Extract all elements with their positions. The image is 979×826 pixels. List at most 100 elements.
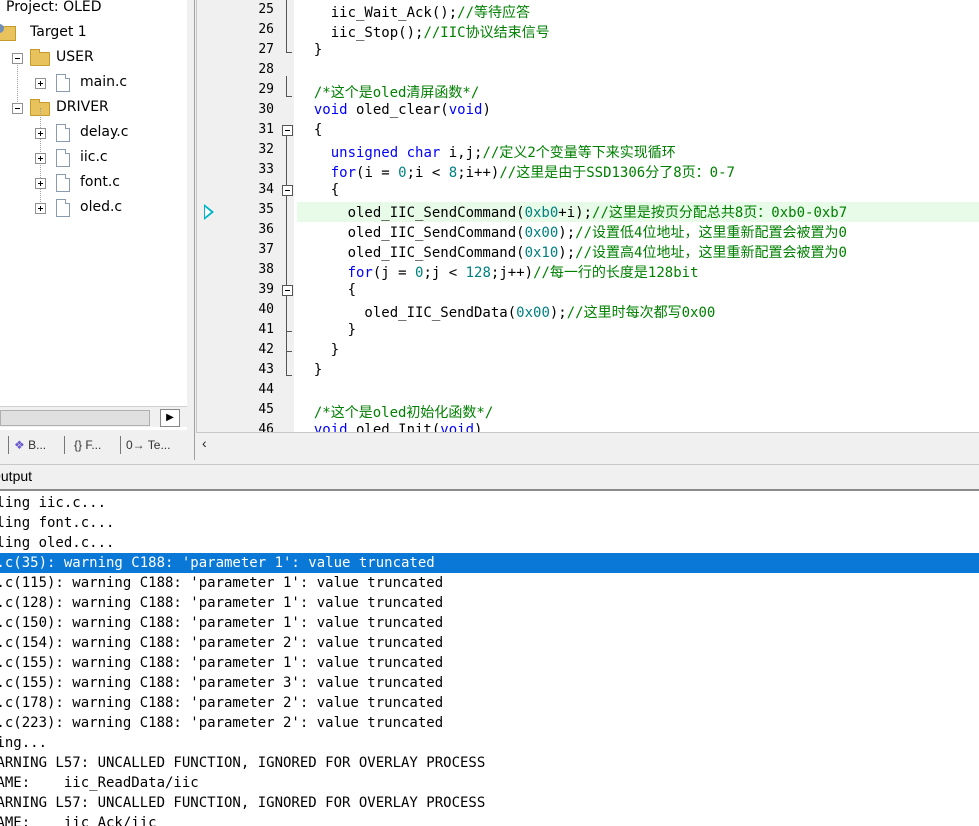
tree-target[interactable]: Target 1 — [0, 20, 180, 45]
scroll-left-icon[interactable]: ‹ — [202, 435, 207, 451]
code-line[interactable]: } — [297, 342, 339, 358]
target-icon — [0, 24, 16, 41]
output-line[interactable]: i.c(155): warning C188: 'parameter 3': v… — [0, 673, 979, 693]
tree-file-oled[interactable]: oled.c — [0, 195, 180, 220]
project-title: Project: OLED — [6, 0, 102, 15]
books-icon: ❖ — [14, 438, 25, 452]
tree-file-delay[interactable]: delay.c — [0, 120, 180, 145]
output-line[interactable]: WARNING L57: UNCALLED FUNCTION, IGNORED … — [0, 793, 979, 813]
output-line[interactable]: i.c(35): warning C188: 'parameter 1': va… — [0, 553, 979, 573]
code-line[interactable]: /*这个是oled初始化函数*/ — [297, 402, 493, 422]
code-line[interactable]: iic_Stop();//IIC协议结束信号 — [297, 22, 550, 42]
scroll-right-icon[interactable]: ▶ — [160, 409, 180, 427]
line-number: 41 — [258, 322, 274, 337]
panel-splitter[interactable] — [187, 0, 196, 460]
tab-label: B... — [28, 438, 47, 452]
code-line[interactable]: { — [297, 282, 356, 298]
line-number: 33 — [258, 162, 274, 177]
fold-line — [286, 76, 287, 96]
output-line[interactable]: WARNING L57: UNCALLED FUNCTION, IGNORED … — [0, 753, 979, 773]
code-line[interactable]: unsigned char i,j;//定义2个变量等下来实现循环 — [297, 142, 676, 162]
project-hscrollbar[interactable]: ▶ — [0, 406, 187, 427]
folder-icon — [30, 49, 50, 66]
fold-end — [286, 52, 292, 53]
output-line[interactable]: i.c(128): warning C188: 'parameter 1': v… — [0, 593, 979, 613]
project-tabs: ❖ B... {} F... 0→ Te... — [0, 430, 187, 458]
output-title: Output — [0, 468, 33, 484]
output-line[interactable]: NAME: iic_Ack/iic — [0, 813, 979, 826]
tab-label: 0→ Te... — [126, 438, 171, 452]
line-number: 37 — [258, 242, 274, 257]
line-number: 45 — [258, 402, 274, 417]
file-icon — [56, 199, 70, 217]
code-line[interactable]: { — [297, 122, 322, 138]
fold-toggle-icon[interactable] — [282, 125, 293, 136]
output-line[interactable]: ting... — [0, 733, 979, 753]
code-line[interactable]: } — [297, 42, 322, 58]
code-line[interactable]: oled_IIC_SendCommand(0x00);//设置低4位地址，这里重… — [297, 222, 847, 242]
line-number: 36 — [258, 222, 274, 237]
fold-toggle-icon[interactable] — [282, 285, 293, 296]
tab-divider — [64, 436, 65, 454]
line-number: 29 — [258, 82, 274, 97]
collapse-icon[interactable] — [12, 103, 23, 114]
output-line[interactable]: i.c(178): warning C188: 'parameter 2': v… — [0, 693, 979, 713]
code-line[interactable]: iic_Wait_Ack();//等待应答 — [297, 2, 530, 22]
expand-icon[interactable] — [35, 78, 46, 89]
code-line[interactable]: void oled_Init(void) — [297, 422, 483, 432]
tab-functions[interactable]: {} F... — [74, 433, 101, 457]
output-window[interactable]: iling iic.c...iling font.c...iling oled.… — [0, 489, 979, 826]
tab-books[interactable]: ❖ B... — [14, 433, 46, 457]
code-line[interactable]: for(i = 0;i < 8;i++)//这里是由于SSD1306分了8页：0… — [297, 162, 735, 182]
expand-icon[interactable] — [35, 153, 46, 164]
code-line[interactable]: void oled_clear(void) — [297, 102, 491, 118]
project-panel: Project: OLED Target 1 USER main.c DRIVE… — [0, 0, 187, 430]
expand-icon[interactable] — [35, 128, 46, 139]
tree-file-main[interactable]: main.c — [0, 70, 180, 95]
code-line[interactable]: oled_IIC_SendCommand(0xb0+i);//这里是按页分配总共… — [297, 202, 848, 222]
line-number: 28 — [258, 62, 274, 77]
file-label: iic.c — [80, 149, 108, 165]
output-line[interactable]: i.c(115): warning C188: 'parameter 1': v… — [0, 573, 979, 593]
line-number: 38 — [258, 262, 274, 277]
code-line[interactable]: for(j = 0;j < 128;j++)//每一行的长度是128bit — [297, 262, 699, 282]
expand-icon[interactable] — [35, 203, 46, 214]
expand-icon[interactable] — [35, 178, 46, 189]
fold-line — [286, 0, 287, 52]
tab-divider — [120, 436, 121, 454]
tree-group-driver[interactable]: DRIVER — [0, 95, 180, 120]
output-header: Output — [0, 464, 979, 489]
output-line[interactable]: i.c(155): warning C188: 'parameter 1': v… — [0, 653, 979, 673]
tree-group-user[interactable]: USER — [0, 45, 180, 70]
output-line[interactable]: iling font.c... — [0, 513, 979, 533]
output-line[interactable]: iling iic.c... — [0, 493, 979, 513]
line-number: 32 — [258, 142, 274, 157]
fold-end — [286, 375, 292, 376]
output-line[interactable]: i.c(223): warning C188: 'parameter 2': v… — [0, 713, 979, 733]
code-line[interactable]: /*这个是oled清屏函数*/ — [297, 82, 479, 102]
tree-file-iic[interactable]: iic.c — [0, 145, 180, 170]
group-label: USER — [56, 49, 94, 65]
tree-file-font[interactable]: font.c — [0, 170, 180, 195]
output-line[interactable]: iling oled.c... — [0, 533, 979, 553]
code-editor[interactable]: iic_Wait_Ack();//等待应答 iic_Stop();//IIC协议… — [196, 0, 979, 432]
fold-toggle-icon[interactable] — [282, 185, 293, 196]
code-line[interactable]: oled_IIC_SendData(0x00);//这里时每次都写0x00 — [297, 302, 715, 322]
output-line[interactable]: i.c(154): warning C188: 'parameter 2': v… — [0, 633, 979, 653]
editor-hscrollbar[interactable]: ‹ — [196, 432, 979, 455]
fold-line — [286, 136, 287, 376]
output-line[interactable]: NAME: iic_ReadData/iic — [0, 773, 979, 793]
scroll-thumb[interactable] — [0, 410, 150, 426]
line-number: 43 — [258, 362, 274, 377]
code-line[interactable]: oled_IIC_SendCommand(0x10);//设置高4位地址，这里重… — [297, 242, 847, 262]
fold-end — [286, 351, 292, 352]
line-number: 34 — [258, 182, 274, 197]
tab-templates[interactable]: 0→ Te... — [126, 433, 170, 457]
group-label: DRIVER — [56, 99, 109, 115]
code-line[interactable]: } — [297, 322, 356, 338]
collapse-icon[interactable] — [12, 53, 23, 64]
line-number: 46 — [258, 422, 274, 432]
code-line[interactable]: } — [297, 362, 322, 378]
output-line[interactable]: i.c(150): warning C188: 'parameter 1': v… — [0, 613, 979, 633]
code-line[interactable]: { — [297, 182, 339, 198]
